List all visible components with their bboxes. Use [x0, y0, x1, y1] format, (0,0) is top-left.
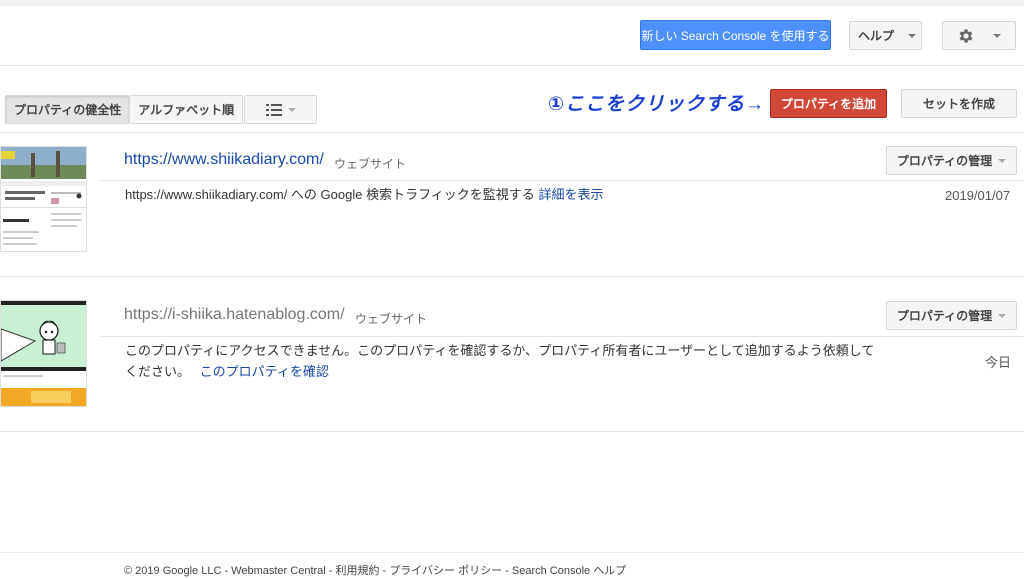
instruction-annotation: ①ここをクリックする→ — [548, 94, 766, 115]
row-divider — [0, 276, 1024, 277]
details-link[interactable]: 詳細を表示 — [538, 187, 603, 202]
site-thumbnail[interactable] — [0, 300, 87, 407]
header-divider — [0, 65, 1024, 66]
property-url[interactable]: https://www.shiikadiary.com/ — [124, 151, 324, 169]
sort-toggle-group: プロパティの健全性 アルファベット順 — [5, 95, 244, 124]
sort-by-health-button[interactable]: プロパティの健全性 — [5, 95, 131, 124]
chevron-down-icon — [993, 33, 1001, 38]
chevron-down-icon — [998, 158, 1007, 163]
row-divider — [0, 431, 1024, 432]
chevron-down-icon — [287, 107, 296, 112]
list-view-icon — [265, 103, 282, 116]
help-label: ヘルプ — [858, 29, 895, 43]
property-date: 今日 — [985, 355, 1012, 370]
view-mode-button[interactable] — [244, 95, 317, 124]
property-date: 2019/01/07 — [945, 188, 1011, 203]
site-thumbnail[interactable] — [0, 146, 87, 252]
manage-property-label: プロパティの管理 — [896, 154, 993, 168]
property-type: ウェブサイト — [355, 312, 428, 326]
row-inner-divider — [100, 336, 1024, 337]
property-url[interactable]: https://i-shiika.hatenablog.com/ — [124, 306, 345, 324]
manage-property-button[interactable]: プロパティの管理 — [886, 146, 1017, 175]
footer-links[interactable]: © 2019 Google LLC - Webmaster Central - … — [124, 562, 626, 578]
footer-divider — [0, 552, 1024, 553]
list-top-divider — [0, 132, 1024, 133]
new-search-console-button[interactable]: 新しい Search Console を使用する — [640, 20, 831, 50]
help-button[interactable]: ヘルプ — [849, 21, 922, 50]
property-type: ウェブサイト — [334, 157, 407, 171]
create-set-button[interactable]: セットを作成 — [901, 89, 1017, 118]
manage-property-label: プロパティの管理 — [896, 309, 993, 323]
site-screenshot-image — [1, 301, 86, 406]
add-property-button[interactable]: プロパティを追加 — [770, 89, 887, 118]
property-description: https://www.shiikadiary.com/ への Google 検… — [125, 184, 845, 206]
sort-alphabetical-button[interactable]: アルファベット順 — [130, 95, 244, 124]
description-text: https://www.shiikadiary.com/ への Google 検… — [125, 187, 535, 202]
row-inner-divider — [100, 180, 1024, 181]
gear-icon — [959, 28, 973, 43]
property-description: このプロパティにアクセスできません。このプロパティを確認するか、プロパティ所有者… — [125, 340, 875, 382]
site-screenshot-image — [1, 147, 86, 245]
top-strip — [0, 0, 1024, 6]
verify-property-link[interactable]: このプロパティを確認 — [200, 364, 329, 379]
chevron-down-icon — [908, 33, 917, 38]
chevron-down-icon — [998, 313, 1007, 318]
manage-property-button[interactable]: プロパティの管理 — [886, 301, 1017, 330]
settings-button[interactable] — [942, 21, 1016, 50]
